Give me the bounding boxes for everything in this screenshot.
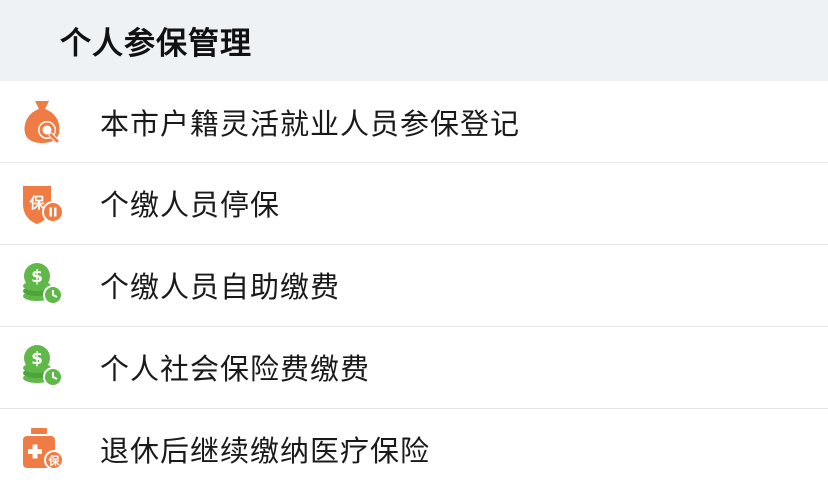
page-title: 个人参保管理	[60, 26, 252, 62]
list-item-retirement-medical-insurance[interactable]: 保 退休后继续缴纳医疗保险	[0, 408, 828, 490]
list-item-social-insurance-payment[interactable]: $ 个人社会保险费缴费	[0, 326, 828, 408]
medical-kit-insurance-icon: 保	[14, 421, 70, 477]
list-item-self-service-payment[interactable]: $ 个缴人员自助缴费	[0, 244, 828, 326]
list-item-stop-insurance[interactable]: 保 个缴人员停保	[0, 162, 828, 244]
list-item-label: 个人社会保险费缴费	[100, 352, 371, 386]
svg-text:保: 保	[48, 454, 61, 468]
svg-text:$: $	[31, 349, 43, 369]
list-item-label: 个缴人员自助缴费	[100, 270, 341, 304]
list-item-label: 本市户籍灵活就业人员参保登记	[100, 106, 521, 141]
menu-list: 本市户籍灵活就业人员参保登记 保 个缴人员停保 $ 个缴人员自助缴费 $ 个人社…	[0, 81, 828, 490]
coins-clock-icon: $	[14, 257, 70, 313]
coins-clock-icon: $	[14, 339, 70, 395]
money-bag-search-icon	[14, 94, 70, 150]
list-item-label: 退休后继续缴纳医疗保险	[100, 434, 431, 468]
page-header: 个人参保管理	[0, 0, 828, 81]
svg-text:$: $	[31, 267, 43, 287]
list-item-label: 个缴人员停保	[100, 188, 281, 222]
insurance-pause-icon: 保	[14, 175, 70, 231]
list-item-flexible-employment-registration[interactable]: 本市户籍灵活就业人员参保登记	[0, 81, 828, 162]
